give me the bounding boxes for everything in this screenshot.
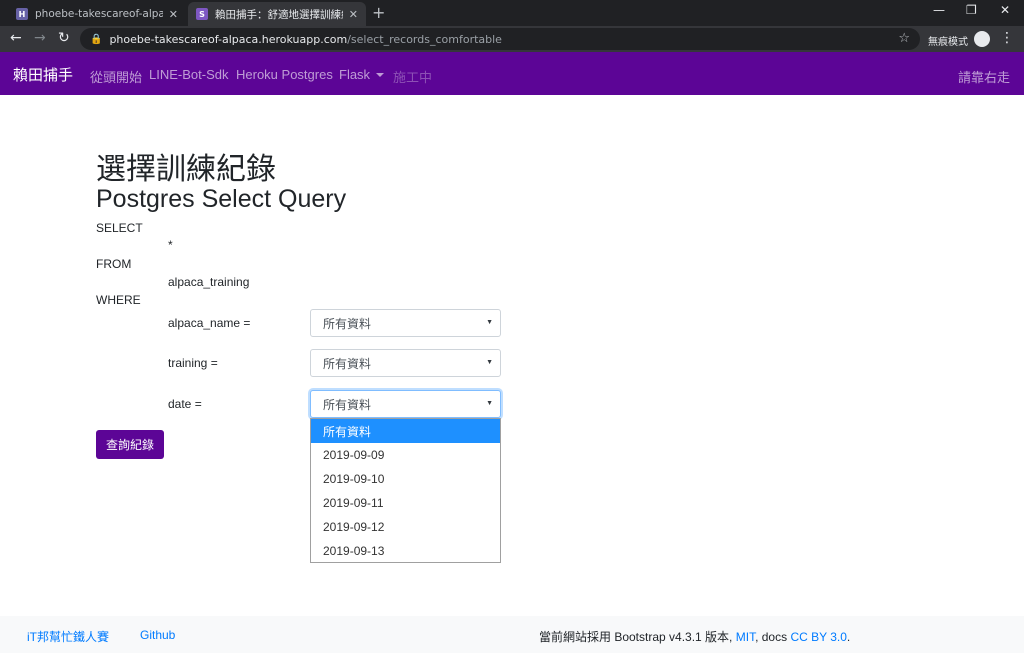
sql-from-keyword: FROM <box>96 257 132 271</box>
footer-link-mit[interactable]: MIT <box>736 630 755 644</box>
navbar-brand[interactable]: 賴田捕手 <box>13 64 73 85</box>
forward-icon[interactable]: → <box>34 30 46 46</box>
caret-down-icon <box>376 73 385 77</box>
minimize-icon[interactable]: — <box>933 3 945 17</box>
nav-item-heroku-postgres[interactable]: Heroku Postgres <box>236 67 333 82</box>
nav-item-start[interactable]: 從頭開始 <box>90 67 142 86</box>
nav-item-under-construction: 施工中 <box>393 70 433 85</box>
footer-period: . <box>846 630 851 644</box>
sql-star: * <box>168 238 173 252</box>
footer-link-ithome[interactable]: iT邦幫忙鐵人賽 <box>27 628 109 645</box>
tab-title: phoebe-takescareof-alpaca · Log <box>35 8 163 20</box>
select-arrow-icon: ▼ <box>486 359 493 366</box>
close-tab-icon[interactable]: ✕ <box>169 8 178 21</box>
alpaca-name-select[interactable]: 所有資料 ▼ <box>310 309 501 337</box>
date-option[interactable]: 2019-09-12 <box>311 515 500 539</box>
footer-credits: 當前網站採用 Bootstrap v4.3.1 版本, MIT, docs CC… <box>539 628 850 645</box>
back-icon[interactable]: ← <box>10 30 22 46</box>
footer-docs-text: , docs <box>755 630 788 644</box>
incognito-icon[interactable] <box>974 31 990 47</box>
reload-icon[interactable]: ↻ <box>58 30 70 46</box>
select-arrow-icon: ▼ <box>486 319 493 326</box>
menu-icon[interactable]: ⋮ <box>1000 30 1014 46</box>
training-select[interactable]: 所有資料 ▼ <box>310 349 501 377</box>
footer-credits-text: 當前網站採用 Bootstrap v4.3.1 版本, <box>539 630 733 644</box>
date-option[interactable]: 2019-09-13 <box>311 539 500 563</box>
date-dropdown-list: 所有資料 2019-09-09 2019-09-10 2019-09-11 20… <box>310 418 501 563</box>
address-bar[interactable]: 🔒 phoebe-takescareof-alpaca.herokuapp.co… <box>80 28 920 50</box>
incognito-label: 無痕模式 <box>928 37 968 48</box>
page-title: 選擇訓練紀錄 <box>96 153 276 186</box>
window-close-icon[interactable]: ✕ <box>1000 3 1010 17</box>
browser-tab-bar: H phoebe-takescareof-alpaca · Log ✕ S 賴田… <box>0 0 1024 26</box>
bookmark-star-icon[interactable]: ☆ <box>898 31 910 46</box>
restore-icon[interactable]: ❐ <box>966 3 977 17</box>
heroku-icon: H <box>16 8 28 20</box>
site-footer: iT邦幫忙鐵人賽 Github 當前網站採用 Bootstrap v4.3.1 … <box>0 616 1024 653</box>
select-value: 所有資料 <box>323 316 372 331</box>
sql-where-keyword: WHERE <box>96 293 141 307</box>
alpaca-name-label: alpaca_name = <box>168 316 251 330</box>
page-subtitle: Postgres Select Query <box>96 185 347 213</box>
browser-tab-heroku[interactable]: H phoebe-takescareof-alpaca · Log ✕ <box>8 2 186 26</box>
select-arrow-icon: ▼ <box>486 400 493 407</box>
close-tab-icon[interactable]: ✕ <box>349 8 358 21</box>
site-navbar: 賴田捕手 從頭開始 LINE-Bot-Sdk Heroku Postgres F… <box>0 52 1024 95</box>
url-host: phoebe-takescareof-alpaca.herokuapp.com <box>109 32 348 46</box>
browser-toolbar: ← → ↻ 🔒 phoebe-takescareof-alpaca.heroku… <box>0 26 1024 52</box>
nav-item-line-bot-sdk[interactable]: LINE-Bot-Sdk <box>149 67 228 82</box>
nav-item-flask[interactable]: Flask <box>339 67 385 82</box>
nav-item-flask-label: Flask <box>339 67 371 82</box>
lock-icon: 🔒 <box>90 33 103 45</box>
date-label: date = <box>168 397 202 411</box>
nav-item-keep-right[interactable]: 請靠右走 <box>958 67 1010 86</box>
query-records-button[interactable]: 查詢紀錄 <box>96 430 164 459</box>
url-path: /select_records_comfortable <box>347 32 502 46</box>
browser-tab-current[interactable]: S 賴田捕手：舒適地選擇訓練紀錄 ✕ <box>188 2 366 26</box>
sql-table-name: alpaca_training <box>168 275 250 289</box>
site-icon: S <box>196 8 208 20</box>
select-value: 所有資料 <box>323 356 372 371</box>
select-value: 所有資料 <box>323 397 372 412</box>
date-option[interactable]: 所有資料 <box>311 419 500 443</box>
new-tab-icon[interactable]: + <box>372 3 385 22</box>
footer-link-github[interactable]: Github <box>140 628 175 642</box>
date-option[interactable]: 2019-09-10 <box>311 467 500 491</box>
sql-select-keyword: SELECT <box>96 221 143 235</box>
date-option[interactable]: 2019-09-09 <box>311 443 500 467</box>
tab-title: 賴田捕手：舒適地選擇訓練紀錄 <box>215 8 343 21</box>
date-option[interactable]: 2019-09-11 <box>311 491 500 515</box>
footer-link-cc-by[interactable]: CC BY 3.0 <box>790 630 846 644</box>
date-select[interactable]: 所有資料 ▼ <box>310 390 501 418</box>
training-label: training = <box>168 356 218 370</box>
